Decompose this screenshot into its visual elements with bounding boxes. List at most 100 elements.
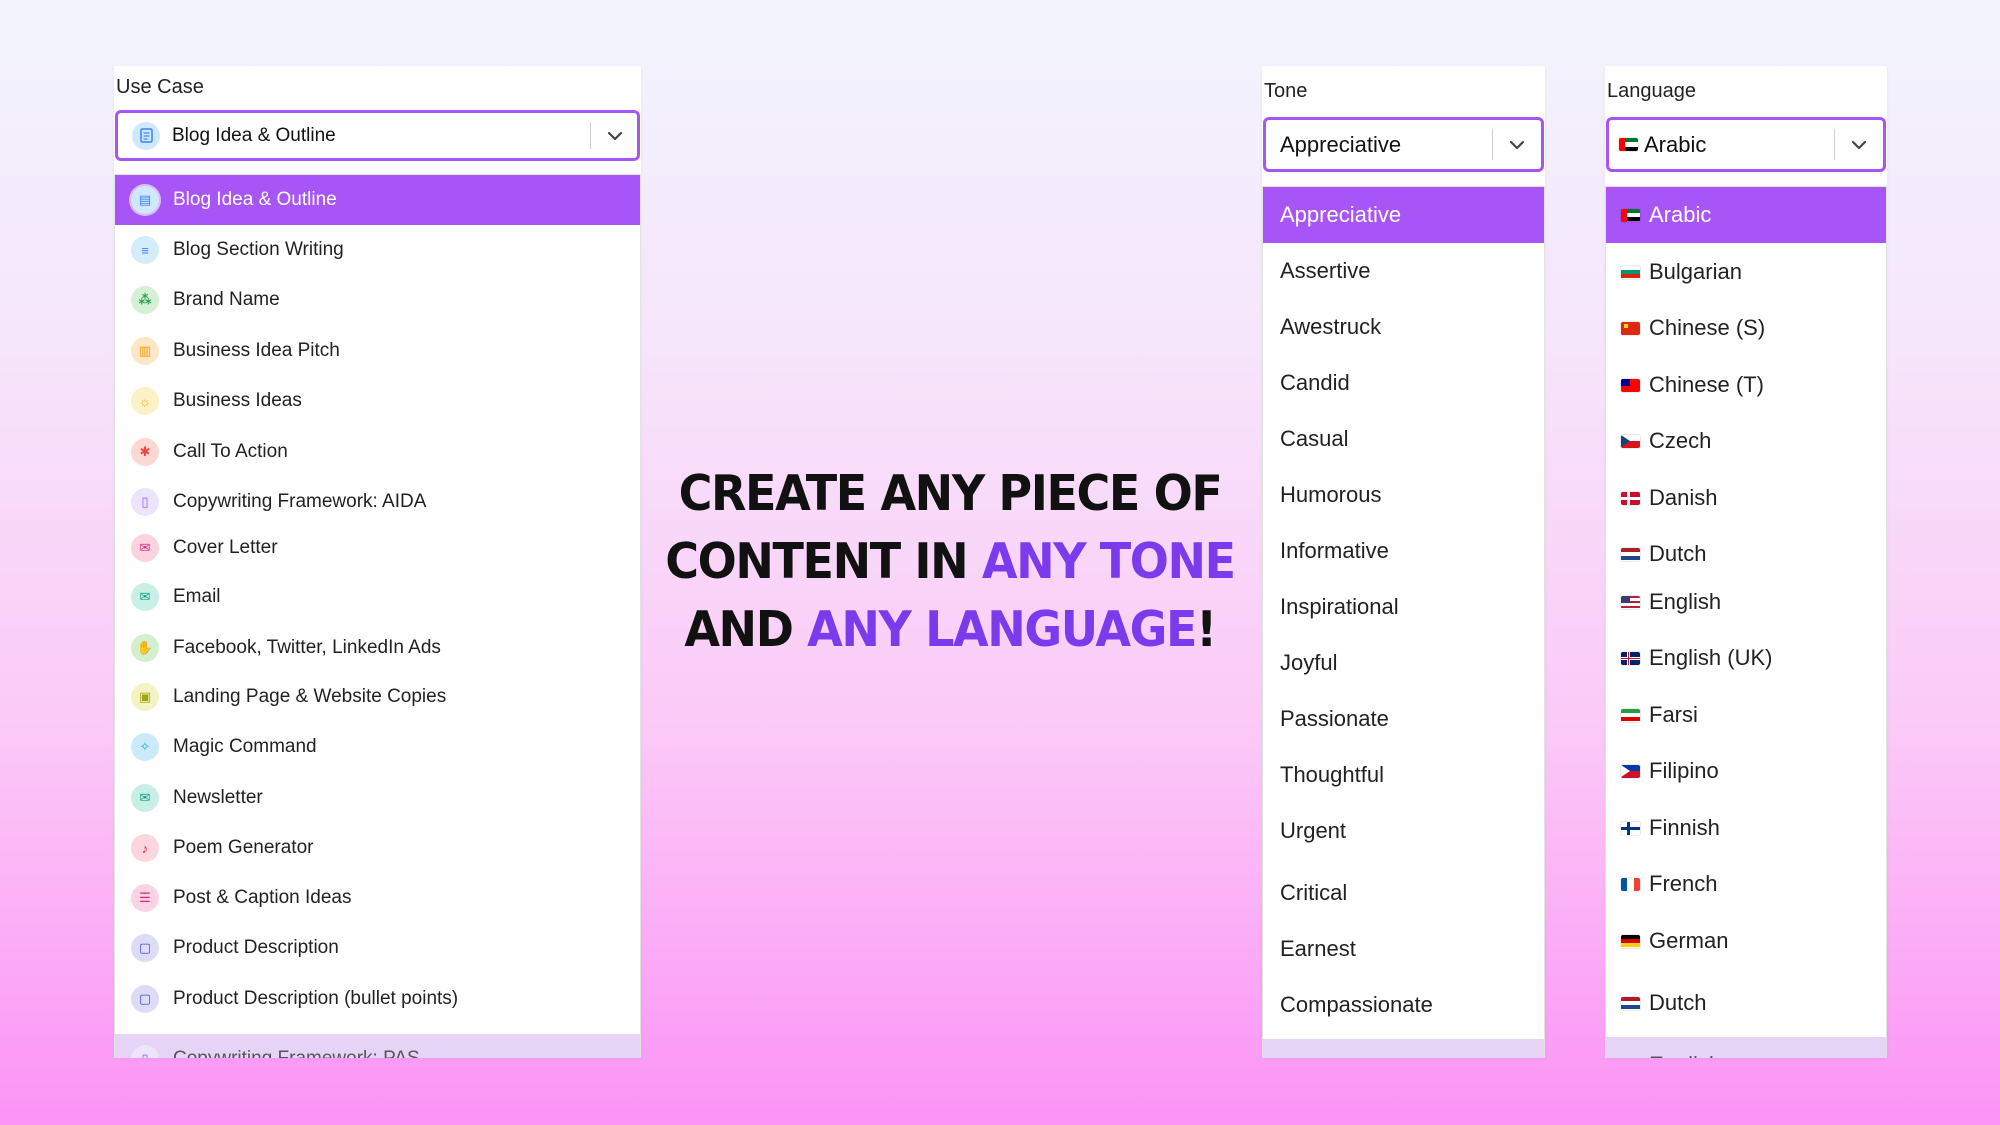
language-select[interactable]: Arabic (1606, 117, 1886, 172)
use-case-option[interactable]: ✉ Email (115, 572, 640, 622)
language-option[interactable]: English (1606, 1037, 1886, 1058)
tone-option[interactable]: Casual (1263, 411, 1544, 467)
tone-option[interactable]: Critical (1263, 865, 1544, 921)
tone-select[interactable]: Appreciative (1263, 117, 1544, 172)
tone-option[interactable]: Thoughtful (1263, 747, 1544, 803)
use-case-option[interactable]: ✉ Cover Letter (115, 523, 640, 573)
tone-option-label: Appreciative (1280, 202, 1402, 227)
tone-option-label: Earnest (1280, 936, 1356, 961)
use-case-option[interactable]: ✉ Newsletter (115, 773, 640, 823)
tone-selected-value: Appreciative (1280, 131, 1402, 157)
use-case-options-list[interactable]: ▤ Blog Idea & Outline ≡ Blog Section Writin… (114, 174, 641, 1058)
tone-option[interactable]: Appreciative (1263, 187, 1544, 243)
tone-option-label: Compassionate (1280, 992, 1433, 1017)
language-option-label: Arabic (1649, 202, 1712, 227)
flag-fr-icon (1621, 877, 1640, 891)
language-option-label: Dutch (1649, 990, 1707, 1015)
building-icon: ▥ (131, 337, 159, 365)
tone-option[interactable]: Convincing (1263, 1039, 1544, 1058)
language-option-label: Czech (1649, 428, 1712, 453)
use-case-option[interactable]: ≡ Blog Section Writing (115, 225, 640, 275)
use-case-option[interactable]: ▯ Copywriting Framework: AIDA (115, 477, 640, 527)
use-case-option-label: Copywriting Framework: AIDA (173, 491, 427, 512)
use-case-option-label: Cover Letter (173, 537, 278, 558)
tone-options-list[interactable]: Appreciative Assertive Awestruck Candid Casu… (1262, 186, 1545, 1058)
language-option[interactable]: Chinese (T) (1606, 357, 1886, 413)
flag-ae-icon (1619, 138, 1638, 151)
headline-line-1: CREATE ANY PIECE OF (678, 465, 1223, 522)
headline: CREATE ANY PIECE OF CONTENT IN ANY TONE … (659, 460, 1242, 664)
use-case-option[interactable]: ▢ Product Description (115, 923, 640, 973)
flag-gb-icon (1621, 651, 1640, 665)
use-case-option-label: Copywriting Framework: PAS (173, 1048, 420, 1058)
language-option[interactable]: English (1606, 574, 1886, 630)
use-case-label: Use Case (116, 76, 204, 98)
use-case-option[interactable]: ▥ Business Idea Pitch (115, 326, 640, 376)
tone-option[interactable]: Informative (1263, 523, 1544, 579)
chevron-down-icon[interactable] (595, 113, 635, 158)
tone-option-label: Critical (1280, 880, 1348, 905)
tone-option[interactable]: Compassionate (1263, 977, 1544, 1033)
language-option[interactable]: Finnish (1606, 800, 1886, 856)
use-case-option[interactable]: ✋ Facebook, Twitter, LinkedIn Ads (115, 623, 640, 673)
language-option[interactable]: Bulgarian (1606, 244, 1886, 300)
language-option[interactable]: French (1606, 856, 1886, 912)
language-option[interactable]: English (UK) (1606, 630, 1886, 686)
tone-option[interactable]: Awestruck (1263, 299, 1544, 355)
use-case-option[interactable]: ▣ Landing Page & Website Copies (115, 672, 640, 722)
use-case-option[interactable]: ☼ Business Ideas (115, 376, 640, 426)
tone-option-label: Urgent (1280, 818, 1347, 843)
tone-option[interactable]: Inspirational (1263, 579, 1544, 635)
flag-nl-icon (1621, 996, 1640, 1010)
use-case-option[interactable]: ☰ Post & Caption Ideas (115, 873, 640, 923)
tone-option[interactable]: Urgent (1263, 803, 1544, 859)
tone-option[interactable]: Humorous (1263, 467, 1544, 523)
language-option-label: German (1649, 928, 1729, 953)
language-option[interactable]: Arabic (1606, 187, 1886, 243)
flag-nl-icon (1621, 547, 1640, 561)
language-option[interactable]: German (1606, 913, 1886, 969)
tone-option[interactable]: Passionate (1263, 691, 1544, 747)
tone-option[interactable]: Assertive (1263, 243, 1544, 299)
language-option-label: English (1649, 589, 1722, 614)
language-option[interactable]: Farsi (1606, 687, 1886, 743)
flag-de-icon (1621, 934, 1640, 948)
tone-option-label: Informative (1280, 538, 1389, 563)
flag-dk-icon (1621, 491, 1640, 505)
flag-cn-icon (1621, 321, 1640, 335)
language-options-list[interactable]: Arabic Bulgarian Chinese (S) Chinese (T) Cze… (1605, 186, 1887, 1058)
use-case-option[interactable]: ▤ Blog Idea & Outline (115, 175, 640, 225)
language-selected-value: Arabic (1644, 131, 1707, 157)
bulb-icon: ☼ (131, 387, 159, 415)
chevron-down-icon[interactable] (1839, 120, 1879, 169)
use-case-option[interactable]: ✧ Magic Command (115, 722, 640, 772)
lines-icon: ≡ (131, 236, 159, 264)
flag-cz-icon (1621, 434, 1640, 448)
tone-option[interactable]: Joyful (1263, 635, 1544, 691)
tone-option[interactable]: Candid (1263, 355, 1544, 411)
tone-option[interactable]: Earnest (1263, 921, 1544, 977)
use-case-option[interactable]: ✱ Call To Action (115, 427, 640, 477)
use-case-option[interactable]: ▢ Product Description (bullet points) (115, 974, 640, 1024)
language-option[interactable]: Dutch (1606, 975, 1886, 1031)
language-label: Language (1607, 80, 1696, 102)
language-option[interactable]: Filipino (1606, 743, 1886, 799)
use-case-option-label: Product Description (173, 937, 339, 958)
language-option[interactable]: Czech (1606, 413, 1886, 469)
language-option[interactable]: Chinese (S) (1606, 300, 1886, 356)
use-case-option-label: Blog Idea & Outline (173, 189, 337, 210)
chevron-down-icon[interactable] (1497, 120, 1537, 169)
use-case-select[interactable]: Blog Idea & Outline (115, 110, 640, 161)
use-case-option-label: Product Description (bullet points) (173, 988, 459, 1009)
use-case-option-label: Brand Name (173, 289, 280, 310)
language-option-label: French (1649, 871, 1718, 896)
tone-option-label: Thoughtful (1280, 762, 1384, 787)
use-case-option-label: Call To Action (173, 441, 288, 462)
language-option-label: Chinese (T) (1649, 372, 1764, 397)
use-case-option[interactable]: ⁂ Brand Name (115, 275, 640, 325)
select-separator (1492, 129, 1493, 160)
use-case-option[interactable]: ♪ Poem Generator (115, 823, 640, 873)
use-case-option[interactable]: ▯ Copywriting Framework: PAS (115, 1034, 640, 1058)
language-option[interactable]: Danish (1606, 470, 1886, 526)
flag-ph-icon (1621, 764, 1640, 778)
